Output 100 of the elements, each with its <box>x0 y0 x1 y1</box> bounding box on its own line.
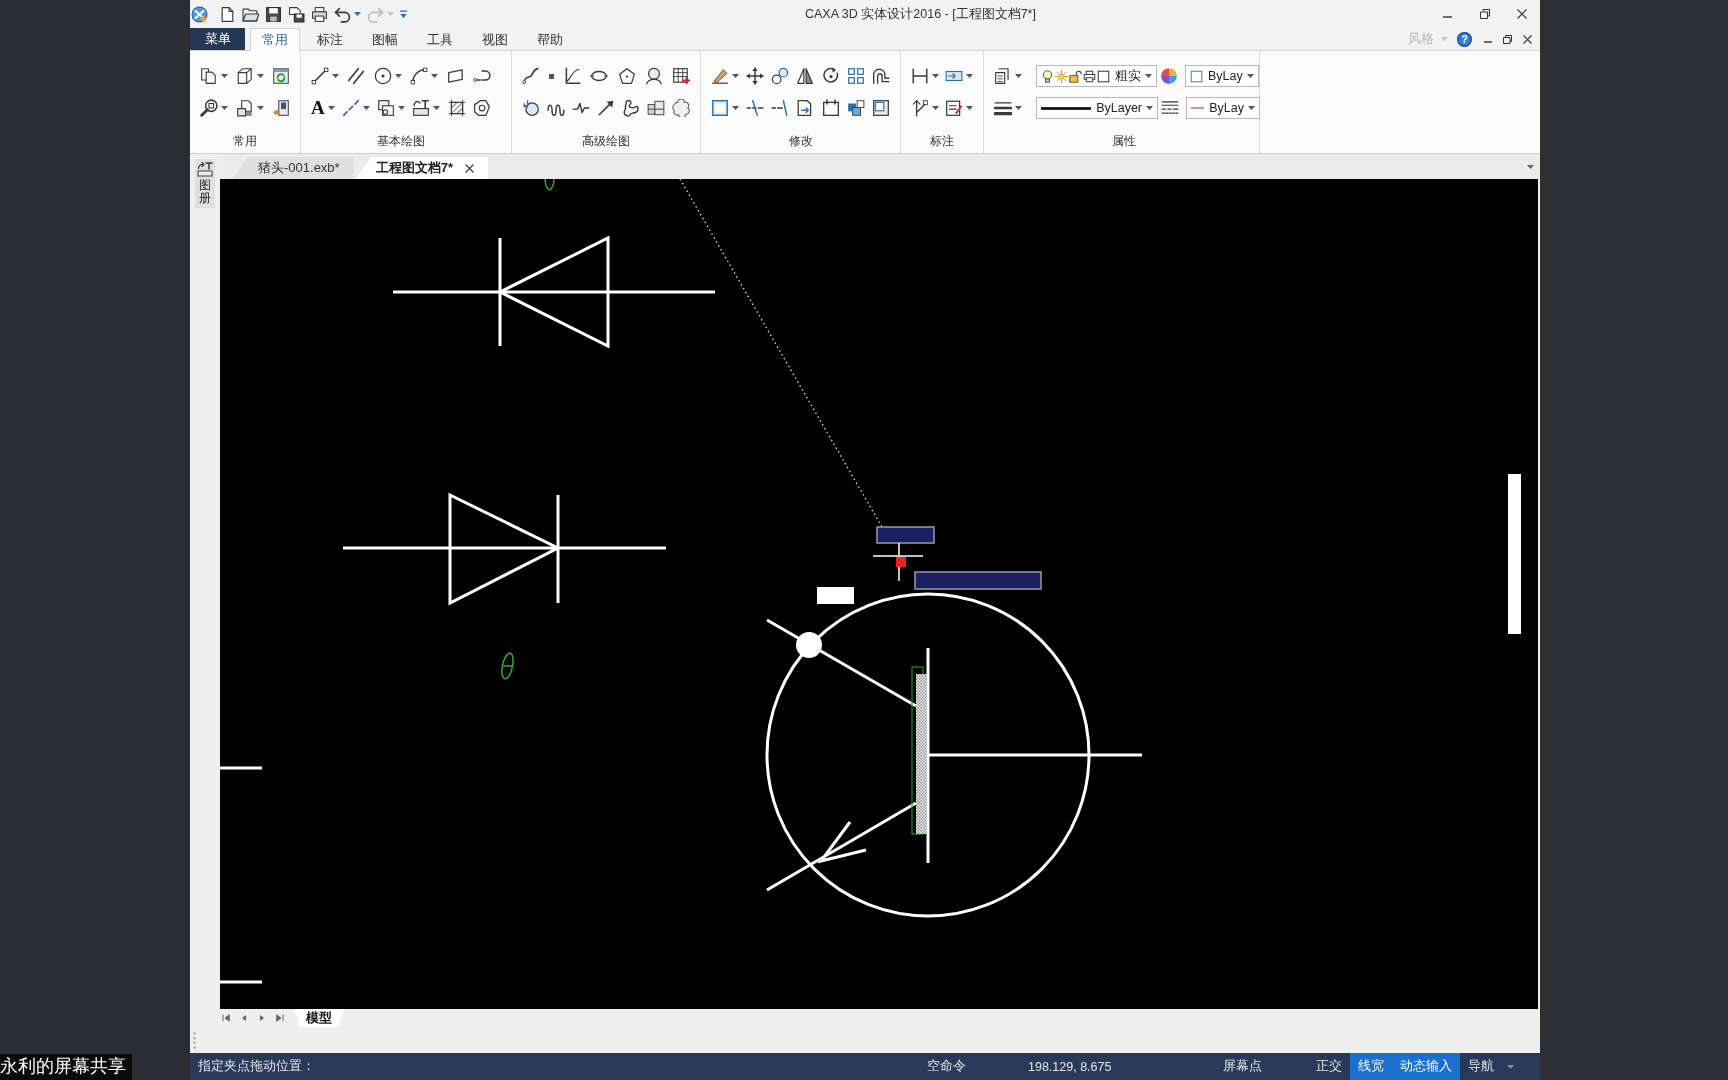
extend-line-icon[interactable] <box>771 99 790 117</box>
square-swatch-icon[interactable] <box>1097 69 1110 83</box>
color-dropdown[interactable]: ByLay <box>1185 65 1259 87</box>
customize-icon[interactable] <box>400 9 407 19</box>
ribbon-tab[interactable]: 图幅 <box>360 28 410 51</box>
frames-icon[interactable] <box>377 99 396 117</box>
printer-icon[interactable] <box>311 5 328 23</box>
snap-mode-toggle[interactable]: 屏幕点 <box>1223 1058 1263 1075</box>
document-tab[interactable]: 猪头-001.exb* <box>232 157 354 179</box>
lock-icon[interactable] <box>1069 69 1082 83</box>
cloud-icon[interactable] <box>672 99 690 117</box>
arc-icon[interactable] <box>410 67 429 85</box>
close-icon[interactable] <box>1523 34 1532 44</box>
close-icon[interactable] <box>1516 9 1527 19</box>
caret-icon[interactable] <box>966 106 973 110</box>
input-box[interactable] <box>914 571 1042 590</box>
menu-button[interactable]: 菜单 <box>190 28 245 50</box>
dashed-line-icon[interactable] <box>342 99 360 117</box>
mirror-icon[interactable] <box>796 67 815 85</box>
spline-icon[interactable] <box>522 67 540 85</box>
status-toggle[interactable]: 线宽 <box>1350 1053 1393 1080</box>
help-button[interactable]: ? <box>1457 31 1472 47</box>
caret-icon[interactable] <box>363 106 370 110</box>
ribbon-tab[interactable]: 标注 <box>305 28 355 51</box>
ribbon-tab[interactable]: 常用 <box>250 28 300 51</box>
caret-icon[interactable] <box>327 106 335 110</box>
grid-icon[interactable] <box>846 67 865 85</box>
linetype-icon[interactable] <box>1161 99 1179 117</box>
tool-panel-icon[interactable] <box>197 161 213 177</box>
hook-curve-icon[interactable] <box>472 67 491 85</box>
text-tool[interactable]: A <box>311 99 325 117</box>
blocks-icon[interactable] <box>647 99 665 117</box>
caret-icon[interactable] <box>1507 1064 1515 1069</box>
corner-dimension-icon[interactable] <box>911 99 929 117</box>
zoom-icon[interactable] <box>200 99 218 117</box>
caret-icon[interactable] <box>431 74 439 78</box>
caret-icon[interactable] <box>966 74 973 78</box>
line-icon[interactable] <box>311 67 329 85</box>
chart-axis-icon[interactable] <box>563 67 582 85</box>
status-toggle[interactable]: 动态输入 <box>1392 1053 1461 1080</box>
app-logo[interactable] <box>191 5 208 23</box>
dashed-square-icon[interactable] <box>711 99 729 117</box>
save-copy-icon[interactable] <box>288 5 305 23</box>
ribbon-tab[interactable]: 工具 <box>415 28 465 51</box>
outline-shape-icon[interactable] <box>473 99 491 117</box>
parallel-lines-icon[interactable] <box>347 67 366 85</box>
caret-icon[interactable] <box>257 74 264 78</box>
bulb-icon[interactable] <box>1041 69 1054 83</box>
linetype-dropdown[interactable]: ByLayer <box>1036 97 1158 119</box>
status-toggle[interactable]: 正交 <box>1308 1053 1351 1080</box>
first-page-icon[interactable] <box>222 1014 230 1022</box>
layers-icon[interactable] <box>994 67 1012 85</box>
previous-page-icon[interactable] <box>240 1014 248 1022</box>
caret-icon[interactable] <box>1246 74 1254 78</box>
bust-icon[interactable] <box>644 67 663 85</box>
printer-icon[interactable] <box>1083 69 1096 83</box>
caret-icon[interactable] <box>354 12 361 16</box>
dimension-icon[interactable] <box>911 67 929 85</box>
caret-icon[interactable] <box>1248 106 1255 110</box>
line-color-dropdown[interactable]: ByLay <box>1186 97 1260 119</box>
restore-icon[interactable] <box>1503 34 1512 44</box>
pages-icon[interactable] <box>200 67 218 85</box>
rotate-icon[interactable] <box>821 67 840 85</box>
color-swatch-icon[interactable] <box>1190 69 1203 83</box>
calendar-icon[interactable] <box>821 99 840 117</box>
minimize-icon[interactable] <box>1484 40 1492 43</box>
caret-icon[interactable] <box>1527 164 1534 169</box>
caret-icon[interactable] <box>221 74 228 78</box>
edit-sheet-icon[interactable] <box>945 99 963 117</box>
layer-dropdown[interactable]: 粗实 <box>1036 65 1157 87</box>
page-stack-icon[interactable] <box>236 99 254 117</box>
caret-icon[interactable] <box>332 74 339 78</box>
grip-dots-icon[interactable] <box>193 1031 196 1049</box>
caret-icon[interactable] <box>732 106 739 110</box>
last-page-icon[interactable] <box>276 1014 284 1022</box>
caret-icon[interactable] <box>932 74 939 78</box>
stamp-icon[interactable] <box>412 99 431 117</box>
table-add-icon[interactable] <box>671 67 690 85</box>
save-icon[interactable] <box>265 5 282 23</box>
offset-icon[interactable] <box>871 67 890 85</box>
restore-icon[interactable] <box>1479 9 1490 19</box>
copy-circles-icon[interactable] <box>771 67 790 85</box>
caret-icon[interactable] <box>394 74 402 78</box>
caret-icon[interactable] <box>1145 74 1152 78</box>
caret-icon[interactable] <box>257 106 264 110</box>
caret-icon[interactable] <box>398 106 406 110</box>
input-box[interactable] <box>876 526 935 544</box>
undo-icon[interactable] <box>334 5 351 23</box>
move-icon[interactable] <box>746 67 765 85</box>
squiggle-icon[interactable] <box>622 99 640 117</box>
document-tab[interactable]: 工程图文档7* <box>355 157 488 179</box>
panel-icon[interactable] <box>871 99 890 117</box>
cubes-icon[interactable] <box>846 99 865 117</box>
caret-icon[interactable] <box>732 74 739 78</box>
caret-icon[interactable] <box>433 106 441 110</box>
window-brush-icon[interactable] <box>272 99 290 117</box>
brush-pen-icon[interactable] <box>711 67 729 85</box>
close-icon[interactable] <box>464 163 474 173</box>
refresh-icon[interactable] <box>272 67 290 85</box>
caret-icon[interactable] <box>1146 106 1153 110</box>
